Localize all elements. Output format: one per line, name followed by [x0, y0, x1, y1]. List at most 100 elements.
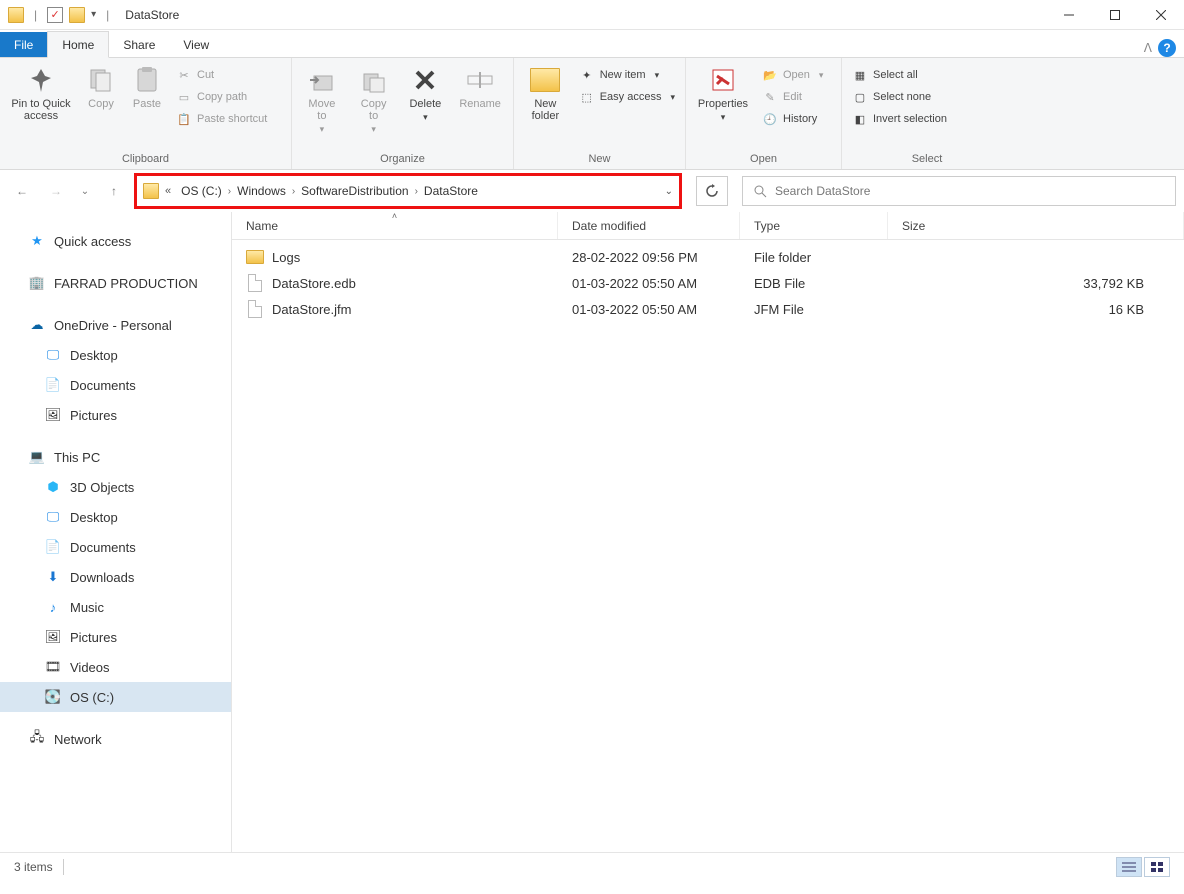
sidebar-item-quick-access[interactable]: ★Quick access	[0, 226, 231, 256]
minimize-button[interactable]	[1046, 0, 1092, 30]
edit-button[interactable]: ✎Edit	[758, 86, 827, 108]
folder-icon	[143, 183, 159, 199]
sidebar-item-onedrive[interactable]: ☁OneDrive - Personal	[0, 310, 231, 340]
large-icons-view-button[interactable]	[1144, 857, 1170, 877]
back-button[interactable]: ←	[8, 177, 36, 205]
copy-to-button[interactable]: Copy to▾	[350, 62, 398, 137]
sidebar-item-videos[interactable]: 🎞Videos	[0, 652, 231, 682]
new-item-button[interactable]: ✦New item ▾	[575, 64, 679, 86]
cut-button[interactable]: ✂Cut	[172, 64, 271, 86]
move-to-button[interactable]: Move to▾	[298, 62, 346, 137]
easy-access-button[interactable]: ⬚Easy access ▾	[575, 86, 679, 108]
paste-button[interactable]: Paste	[126, 62, 168, 112]
pictures-icon: 🖼	[44, 629, 62, 645]
sidebar-item-desktop[interactable]: 🖵Desktop	[0, 340, 231, 370]
tab-share[interactable]: Share	[109, 32, 169, 57]
tab-view[interactable]: View	[169, 32, 223, 57]
history-button[interactable]: 🕘History	[758, 108, 827, 130]
rename-button[interactable]: Rename	[453, 62, 507, 112]
breadcrumb-segment[interactable]: SoftwareDistribution	[297, 182, 412, 200]
column-header-type[interactable]: Type	[740, 212, 888, 239]
copy-path-button[interactable]: ▭Copy path	[172, 86, 271, 108]
chevron-right-icon[interactable]: ›	[228, 186, 231, 197]
breadcrumb-segment[interactable]: OS (C:)	[177, 182, 226, 200]
group-label: New	[520, 151, 679, 169]
qat-checkbox-icon[interactable]: ✓	[47, 7, 63, 23]
sidebar-item-pictures[interactable]: 🖼Pictures	[0, 400, 231, 430]
sidebar-item-farrad[interactable]: 🏢FARRAD PRODUCTION	[0, 268, 231, 298]
cube-icon: ⬢	[44, 479, 62, 495]
file-list-pane: ˄Name Date modified Type Size Logs28-02-…	[232, 212, 1184, 852]
search-input[interactable]: Search DataStore	[742, 176, 1176, 206]
details-view-button[interactable]	[1116, 857, 1142, 877]
select-all-button[interactable]: ▦Select all	[848, 64, 951, 86]
overflow-chevron-icon[interactable]: «	[161, 185, 175, 197]
column-header-name[interactable]: ˄Name	[232, 212, 558, 239]
chevron-right-icon[interactable]: ›	[415, 186, 418, 197]
open-button[interactable]: 📂Open ▾	[758, 64, 827, 86]
breadcrumb-segment[interactable]: DataStore	[420, 182, 482, 200]
file-row[interactable]: DataStore.edb01-03-2022 05:50 AMEDB File…	[232, 270, 1184, 296]
help-icon[interactable]: ?	[1158, 39, 1176, 57]
sidebar-item-downloads[interactable]: ⬇Downloads	[0, 562, 231, 592]
sidebar-item-this-pc[interactable]: 💻This PC	[0, 442, 231, 472]
column-header-size[interactable]: Size	[888, 212, 1184, 239]
drive-icon: 💽	[44, 689, 62, 705]
select-none-button[interactable]: ▢Select none	[848, 86, 951, 108]
window-title: DataStore	[119, 8, 179, 22]
sidebar-item-3d-objects[interactable]: ⬢3D Objects	[0, 472, 231, 502]
tab-home[interactable]: Home	[47, 31, 109, 58]
file-type: File folder	[740, 250, 888, 265]
refresh-button[interactable]	[696, 176, 728, 206]
file-size: 33,792 KB	[888, 276, 1184, 291]
invert-selection-button[interactable]: ◧Invert selection	[848, 108, 951, 130]
music-icon: ♪	[44, 599, 62, 615]
building-icon: 🏢	[28, 275, 46, 291]
file-row[interactable]: DataStore.jfm01-03-2022 05:50 AMJFM File…	[232, 296, 1184, 322]
folder-icon	[8, 7, 24, 23]
file-icon	[248, 274, 262, 292]
sidebar-item-os-c[interactable]: 💽OS (C:)	[0, 682, 231, 712]
properties-button[interactable]: Properties▾	[692, 62, 754, 125]
address-dropdown-icon[interactable]: ⌄	[665, 186, 673, 197]
maximize-button[interactable]	[1092, 0, 1138, 30]
new-folder-button[interactable]: New folder	[520, 62, 571, 124]
file-name: Logs	[272, 250, 300, 265]
scissors-icon: ✂	[176, 67, 192, 83]
qat-dropdown-icon[interactable]: ▾	[91, 9, 96, 20]
recent-locations-button[interactable]: ⌄	[76, 177, 94, 205]
sidebar-item-documents[interactable]: 📄Documents	[0, 532, 231, 562]
address-bar[interactable]: « OS (C:)› Windows› SoftwareDistribution…	[134, 173, 682, 209]
close-button[interactable]	[1138, 0, 1184, 30]
group-label: Organize	[298, 151, 507, 169]
group-label: Clipboard	[6, 151, 285, 169]
column-header-date[interactable]: Date modified	[558, 212, 740, 239]
file-size: 16 KB	[888, 302, 1184, 317]
videos-icon: 🎞	[44, 659, 62, 675]
pin-to-quick-access-button[interactable]: Pin to Quick access	[6, 62, 76, 124]
ribbon: Pin to Quick access Copy Paste ✂Cut ▭Cop…	[0, 58, 1184, 170]
sidebar-item-pictures[interactable]: 🖼Pictures	[0, 622, 231, 652]
rename-icon	[464, 64, 496, 96]
file-row[interactable]: Logs28-02-2022 09:56 PMFile folder	[232, 244, 1184, 270]
chevron-right-icon[interactable]: ›	[292, 186, 295, 197]
sidebar-item-music[interactable]: ♪Music	[0, 592, 231, 622]
sidebar-item-documents[interactable]: 📄Documents	[0, 370, 231, 400]
collapse-ribbon-icon[interactable]: ᐱ	[1144, 41, 1152, 55]
forward-button[interactable]: →	[42, 177, 70, 205]
copy-button[interactable]: Copy	[80, 62, 122, 112]
up-button[interactable]: ↑	[100, 177, 128, 205]
sidebar-item-desktop[interactable]: 🖵Desktop	[0, 502, 231, 532]
breadcrumb-segment[interactable]: Windows	[233, 182, 290, 200]
sidebar-item-network[interactable]: 🖧Network	[0, 724, 231, 754]
delete-button[interactable]: Delete▾	[402, 62, 450, 125]
star-icon: ★	[28, 233, 46, 249]
tab-file[interactable]: File	[0, 32, 47, 57]
pin-icon	[25, 64, 57, 96]
file-icon	[248, 300, 262, 318]
paste-shortcut-button[interactable]: 📋Paste shortcut	[172, 108, 271, 130]
navigation-bar: ← → ⌄ ↑ « OS (C:)› Windows› SoftwareDist…	[0, 170, 1184, 212]
group-label: Open	[692, 151, 835, 169]
titlebar: | ✓ ▾ | DataStore	[0, 0, 1184, 30]
edit-icon: ✎	[762, 89, 778, 105]
